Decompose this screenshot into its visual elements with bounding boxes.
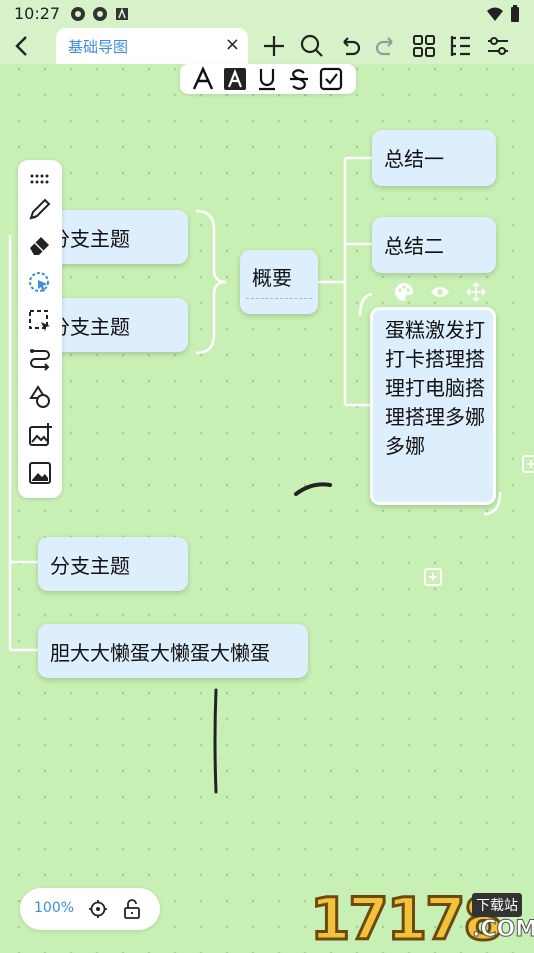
summary-topic-2[interactable]: 总结二 (372, 217, 496, 273)
eye-icon[interactable] (430, 284, 450, 300)
site-watermark-logo: 17178 下载站 .COM (308, 884, 534, 953)
branch-topic-label: 胆大大懒蛋大懒蛋大懒蛋 (50, 641, 270, 665)
zoom-controls: 100% (20, 888, 160, 930)
pen-icon[interactable] (27, 196, 53, 222)
move-icon[interactable] (466, 282, 486, 302)
unlock-icon[interactable] (122, 898, 142, 920)
zoom-level[interactable]: 100% (34, 900, 74, 916)
summary-topic-3-selected[interactable]: 蛋糕激发打打卡搭理搭理打电脑搭理搭理多娜多娜 (370, 307, 496, 505)
picture-icon[interactable] (27, 460, 53, 486)
summary-label: 概要 (252, 266, 292, 290)
box-select-icon[interactable] (27, 308, 53, 334)
locate-icon[interactable] (88, 899, 108, 919)
branch-topic-3[interactable]: 分支主题 (38, 537, 188, 591)
branch-topic-label: 分支主题 (50, 554, 130, 578)
summary-topic-label: 总结二 (384, 234, 444, 258)
eraser-icon[interactable] (27, 232, 53, 258)
branch-topic-label: 分支主题 (50, 315, 130, 339)
summary-divider (246, 298, 312, 299)
add-child-icon[interactable] (522, 455, 534, 473)
watermark-domain: .COM (471, 917, 534, 943)
palette-icon[interactable] (394, 282, 414, 302)
left-drawing-toolbar (18, 160, 62, 498)
add-image-icon[interactable] (27, 422, 53, 448)
branch-topic-4[interactable]: 胆大大懒蛋大懒蛋大懒蛋 (38, 624, 308, 678)
summary-topic-1[interactable]: 总结一 (372, 130, 496, 186)
add-node-icon[interactable] (424, 568, 442, 586)
lasso-select-icon[interactable] (27, 270, 53, 296)
summary-topic-label: 蛋糕激发打打卡搭理搭理打电脑搭理搭理多娜多娜 (385, 318, 485, 458)
drag-handle-icon[interactable] (27, 166, 53, 192)
connector-icon[interactable] (27, 346, 53, 372)
branch-topic-label: 分支主题 (50, 227, 130, 251)
summary-topic-label: 总结一 (384, 147, 444, 171)
shapes-icon[interactable] (27, 384, 53, 410)
watermark-tag: 下载站 (472, 893, 522, 917)
summary-node[interactable]: 概要 (240, 250, 318, 314)
